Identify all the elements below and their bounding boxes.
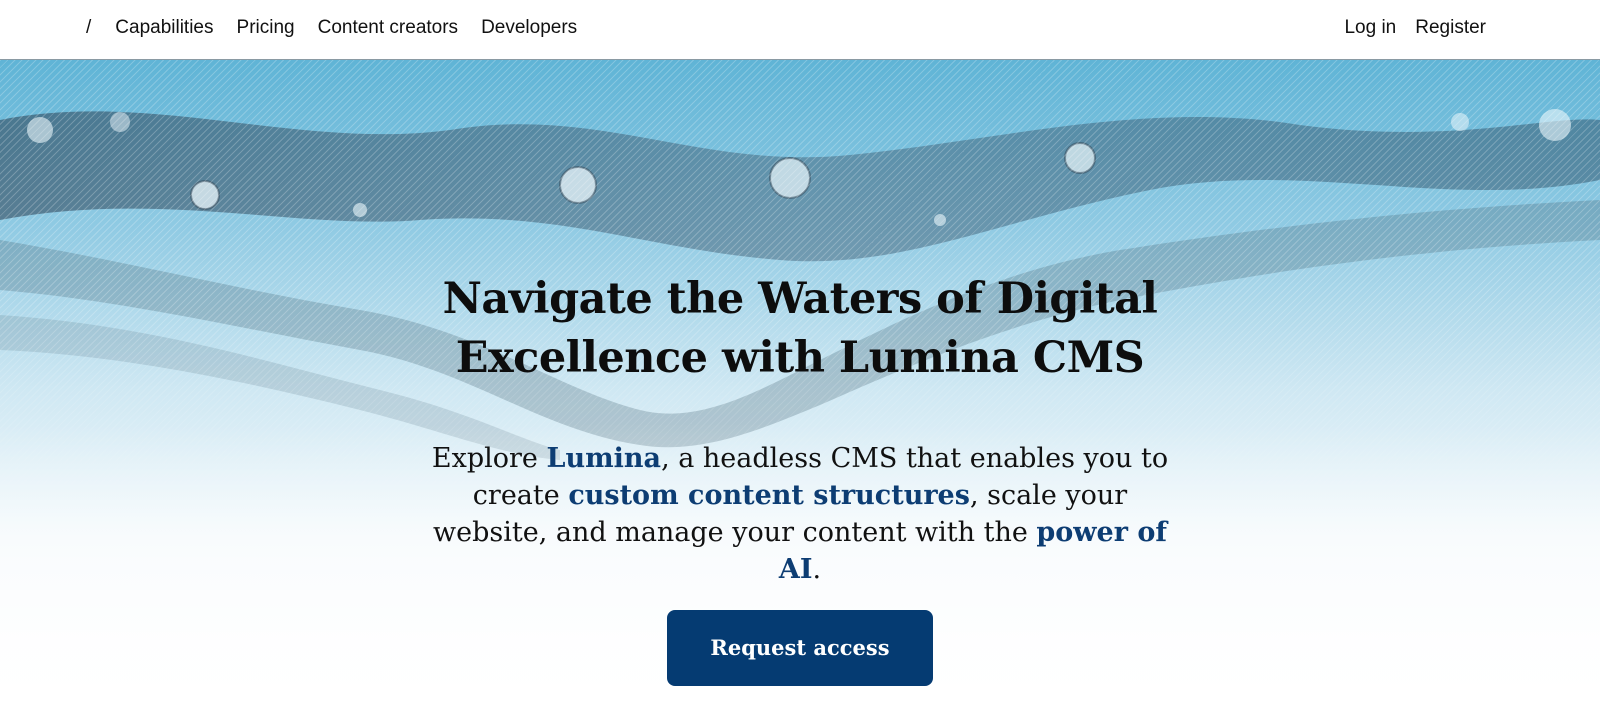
home-link[interactable]: / <box>86 17 91 39</box>
highlight-lumina: Lumina <box>546 443 662 474</box>
hero-section: Navigate the Waters of Digital Excellenc… <box>0 60 1600 720</box>
login-link[interactable]: Log in <box>1344 17 1396 39</box>
primary-nav: / Capabilities Pricing Content creators … <box>86 0 600 56</box>
desc-text-4: . <box>812 554 822 585</box>
register-link[interactable]: Register <box>1415 17 1486 39</box>
hero-title: Navigate the Waters of Digital Excellenc… <box>442 274 1158 383</box>
hero-content: Navigate the Waters of Digital Excellenc… <box>0 270 1600 686</box>
nav-link-pricing[interactable]: Pricing <box>237 17 295 39</box>
nav-link-content-creators[interactable]: Content creators <box>318 17 458 39</box>
nav-link-capabilities[interactable]: Capabilities <box>115 17 213 39</box>
account-nav: Log in Register <box>1325 0 1486 56</box>
highlight-custom-content-structures: custom content structures <box>568 480 970 511</box>
top-navigation-bar: / Capabilities Pricing Content creators … <box>0 0 1600 60</box>
desc-text-1: Explore <box>431 443 547 474</box>
nav-link-developers[interactable]: Developers <box>481 17 577 39</box>
request-access-button[interactable]: Request access <box>667 610 933 686</box>
hero-description: Explore Lumina, a headless CMS that enab… <box>420 440 1180 588</box>
